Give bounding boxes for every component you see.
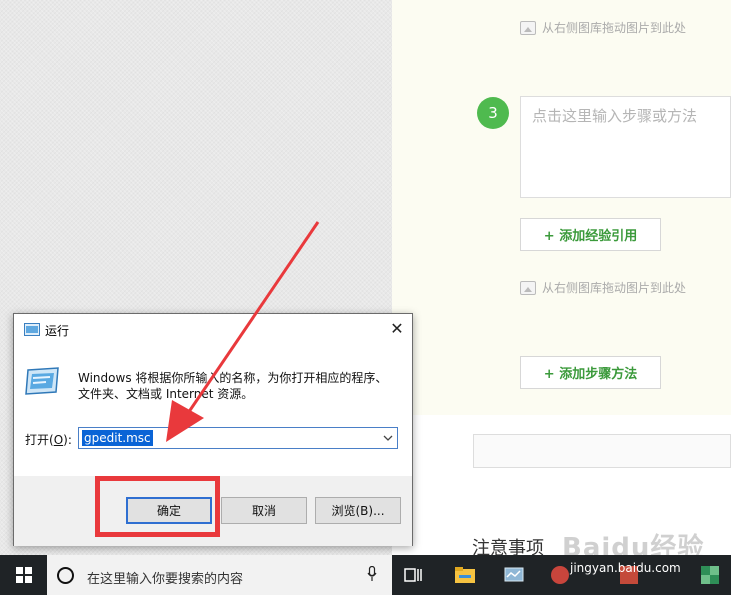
image-drop-hint-text: 从右侧图库拖动图片到此处 bbox=[542, 281, 687, 295]
taskbar-app-icon[interactable] bbox=[548, 563, 572, 587]
browse-button[interactable]: 浏览(B)... bbox=[315, 497, 401, 524]
image-drop-hint-2: 从右侧图库拖动图片到此处 bbox=[520, 279, 686, 296]
open-input[interactable]: gpedit.msc bbox=[82, 430, 153, 446]
file-explorer-icon[interactable] bbox=[453, 563, 477, 587]
notes-input[interactable] bbox=[473, 434, 731, 468]
image-icon bbox=[520, 280, 536, 295]
editor-panel bbox=[392, 0, 731, 415]
microphone-icon[interactable] bbox=[367, 566, 377, 582]
run-app-icon bbox=[25, 367, 59, 395]
taskbar-search[interactable]: 在这里输入你要搜索的内容 bbox=[47, 555, 392, 595]
taskbar-app-icon[interactable] bbox=[698, 563, 722, 587]
cancel-button[interactable]: 取消 bbox=[221, 497, 307, 524]
open-label: 打开(O): bbox=[25, 431, 72, 448]
add-reference-button[interactable]: + 添加经验引用 bbox=[520, 218, 661, 251]
dialog-description: Windows 将根据你所输入的名称，为你打开相应的程序、文件夹、文档或 Int… bbox=[78, 371, 388, 401]
dialog-title: 运行 bbox=[45, 324, 70, 338]
open-label-prefix: 打开( bbox=[25, 433, 54, 447]
search-icon bbox=[57, 567, 74, 584]
image-drop-hint-text: 从右侧图库拖动图片到此处 bbox=[542, 21, 687, 35]
task-view-icon[interactable] bbox=[402, 563, 426, 587]
start-button[interactable] bbox=[0, 555, 47, 595]
control-panel-icon[interactable] bbox=[503, 563, 527, 587]
chevron-down-icon[interactable] bbox=[383, 431, 393, 445]
image-drop-hint: 从右侧图库拖动图片到此处 bbox=[520, 19, 686, 36]
open-label-suffix: ): bbox=[63, 433, 72, 447]
search-placeholder: 在这里输入你要搜索的内容 bbox=[87, 572, 244, 587]
highlight-box bbox=[95, 476, 220, 537]
step-input[interactable]: 点击这里输入步骤或方法 bbox=[520, 96, 731, 198]
watermark-url: jingyan.baidu.com bbox=[570, 561, 681, 575]
close-icon[interactable]: ✕ bbox=[386, 320, 408, 338]
step-number-badge: 3 bbox=[477, 97, 509, 129]
windows-logo-icon bbox=[15, 567, 32, 583]
image-icon bbox=[520, 20, 536, 35]
dialog-titlebar[interactable]: 运行 ✕ bbox=[14, 314, 412, 344]
add-step-button[interactable]: + 添加步骤方法 bbox=[520, 356, 661, 389]
open-combobox[interactable]: gpedit.msc bbox=[78, 427, 398, 449]
open-label-accesskey: O bbox=[53, 433, 64, 447]
run-app-icon bbox=[24, 323, 40, 336]
